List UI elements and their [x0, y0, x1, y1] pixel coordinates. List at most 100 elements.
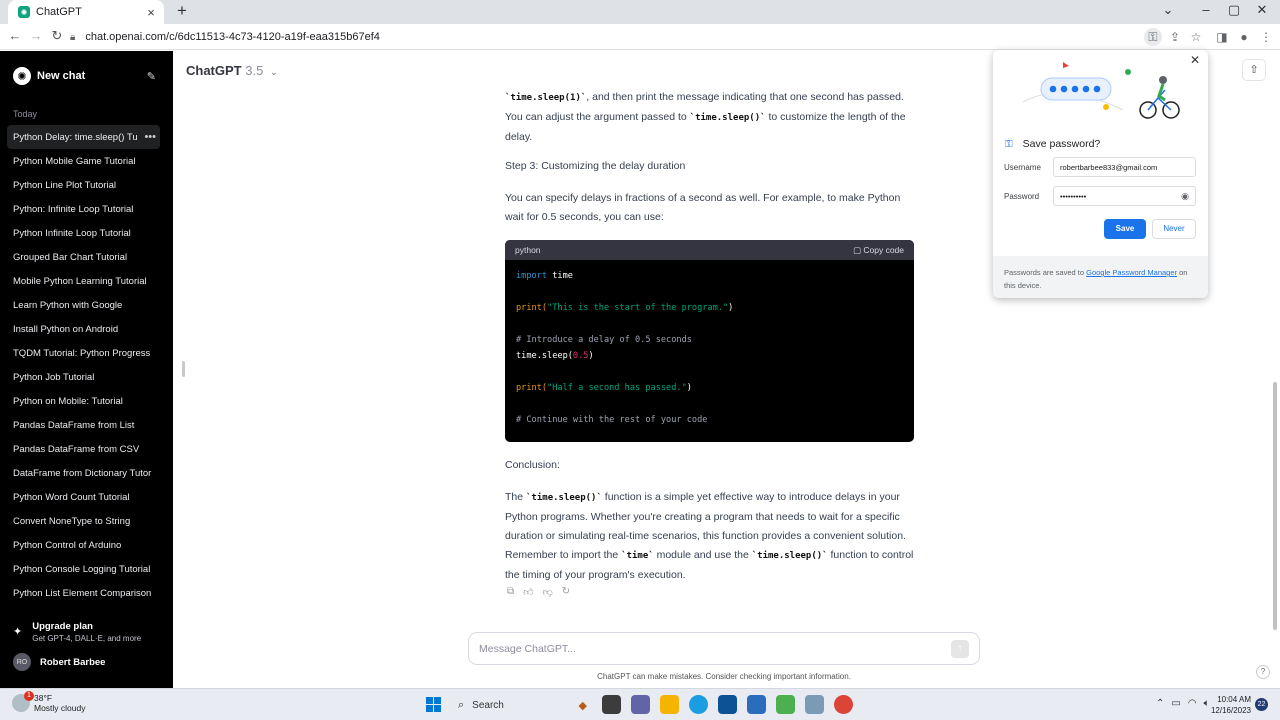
side-panel-icon[interactable]: ◨: [1213, 28, 1231, 46]
help-button[interactable]: ?: [1256, 665, 1270, 679]
forward-icon[interactable]: →: [27, 28, 45, 43]
text-run: The: [505, 491, 527, 503]
lock-icon: 🔒︎: [70, 31, 76, 43]
history-item[interactable]: Python List Element Comparison: [7, 581, 160, 605]
profile-icon[interactable]: ●: [1235, 28, 1253, 46]
history-item[interactable]: Python Mobile Game Tutorial: [7, 149, 160, 173]
back-icon[interactable]: ←: [6, 28, 24, 43]
file-explorer-icon[interactable]: [660, 695, 679, 714]
history-item[interactable]: Python on Mobile: Tutorial: [7, 389, 160, 413]
copy-code-button[interactable]: ▢ Copy code: [853, 245, 904, 256]
chat-sidebar: ✺ New chat ✎ Today Python Delay: time.sl…: [0, 51, 173, 688]
close-window-button[interactable]: ✕: [1252, 2, 1272, 18]
history-item[interactable]: Python: Infinite Loop Tutorial: [7, 197, 160, 221]
history-item[interactable]: Python Infinite Loop Tutorial: [7, 221, 160, 245]
edge-browser-icon[interactable]: [689, 695, 708, 714]
history-item-label: Mobile Python Learning Tutorial: [13, 275, 147, 287]
url-text: chat.openai.com/c/6dc11513-4c73-4120-a19…: [85, 31, 380, 43]
code-content[interactable]: import time print("This is the start of …: [505, 260, 914, 436]
notification-badge[interactable]: 22: [1255, 698, 1268, 711]
chatgpt-favicon-icon: ✺: [18, 6, 30, 18]
history-item[interactable]: Mobile Python Learning Tutorial: [7, 269, 160, 293]
menu-kebab-icon[interactable]: ⋮: [1257, 28, 1275, 46]
username-value: robertbarbee833@gmail.com: [1060, 162, 1158, 172]
store-icon[interactable]: [718, 695, 737, 714]
inline-code: `time.sleep()`: [751, 551, 828, 561]
share-chat-button[interactable]: ⇧: [1242, 59, 1266, 81]
regenerate-icon[interactable]: ↻: [562, 586, 570, 598]
upgrade-plan-button[interactable]: ✦ Upgrade plan Get GPT-4, DALL·E, and mo…: [13, 621, 163, 647]
save-button[interactable]: Save: [1104, 219, 1146, 239]
history-item[interactable]: Python Delay: time.sleep() Tu •••: [7, 125, 160, 149]
history-item[interactable]: Python Console Logging Tutorial: [7, 557, 160, 581]
thumbs-down-icon[interactable]: 👎︎: [543, 586, 553, 598]
compose-icon[interactable]: ✎: [147, 70, 156, 83]
history-item[interactable]: Python Control of Arduino: [7, 533, 160, 557]
taskbar-search[interactable]: ⌕ Search ◆: [452, 695, 587, 715]
history-item[interactable]: Pandas DataFrame from CSV: [7, 437, 160, 461]
history-item[interactable]: DataFrame from Dictionary Tutor: [7, 461, 160, 485]
network-icon[interactable]: ▭: [1171, 698, 1180, 709]
code-token: ): [686, 383, 692, 393]
password-key-icon[interactable]: ⚿: [1144, 28, 1162, 46]
password-manager-link[interactable]: Google Password Manager: [1086, 268, 1177, 277]
never-button[interactable]: Never: [1152, 219, 1196, 239]
bookmark-star-icon[interactable]: ☆: [1187, 28, 1205, 46]
wifi-icon[interactable]: ◠: [1188, 698, 1197, 709]
new-tab-button[interactable]: +: [172, 2, 192, 22]
tab-search-chevron-icon[interactable]: ⌄: [1158, 2, 1178, 18]
history-item-label: Grouped Bar Chart Tutorial: [13, 251, 128, 263]
upgrade-title: Upgrade plan: [32, 621, 93, 632]
user-menu[interactable]: RO Robert Barbee: [13, 653, 105, 671]
avatar: RO: [13, 653, 31, 671]
arrow-up-icon: ↑: [957, 643, 963, 654]
inline-code: `time.sleep()`: [526, 493, 602, 503]
history-item[interactable]: Install Python on Android: [7, 317, 160, 341]
eye-icon[interactable]: ◉: [1181, 191, 1189, 202]
task-view-icon[interactable]: [602, 695, 621, 714]
chat-app-icon[interactable]: [631, 695, 650, 714]
new-chat-label: New chat: [37, 70, 86, 82]
chrome-browser-icon[interactable]: [834, 695, 853, 714]
disclaimer-text: ChatGPT can make mistakes. Consider chec…: [597, 672, 851, 681]
scrollbar[interactable]: [1273, 382, 1277, 630]
history-item[interactable]: Pandas DataFrame from List: [7, 413, 160, 437]
code-token: 0.5: [572, 351, 589, 361]
username-label: Username: [1004, 162, 1041, 172]
clock[interactable]: 10:04 AM 12/16/2023: [1209, 694, 1251, 716]
close-tab-icon[interactable]: ×: [144, 5, 158, 20]
share-icon[interactable]: ⇪: [1166, 28, 1184, 46]
search-highlight-icon: ◆: [578, 699, 587, 712]
message-paragraph: The `time.sleep()` function is a simple …: [505, 488, 917, 585]
browser-tab[interactable]: ✺ ChatGPT ×: [8, 0, 164, 24]
history-item[interactable]: TQDM Tutorial: Python Progress: [7, 341, 160, 365]
history-item[interactable]: Convert NoneType to String: [7, 509, 160, 533]
history-item[interactable]: Python Word Count Tutorial: [7, 485, 160, 509]
new-chat-button[interactable]: ✺ New chat ✎: [8, 63, 164, 89]
chevron-up-icon[interactable]: ⌃: [1156, 698, 1164, 709]
history-item[interactable]: Learn Python with Google: [7, 293, 160, 317]
history-item[interactable]: Python Job Tutorial: [7, 365, 160, 389]
address-bar[interactable]: 🔒︎ chat.openai.com/c/6dc11513-4c73-4120-…: [70, 27, 1190, 47]
history-item-label: Python List Element Comparison: [13, 587, 152, 599]
copy-icon[interactable]: ⧉: [507, 586, 514, 598]
app-icon[interactable]: [776, 695, 795, 714]
history-item[interactable]: Python Line Plot Tutorial: [7, 173, 160, 197]
history-item[interactable]: Grouped Bar Chart Tutorial: [7, 245, 160, 269]
reload-icon[interactable]: ↻: [48, 28, 66, 44]
sidebar-collapse-handle[interactable]: [182, 361, 185, 377]
weather-widget[interactable]: 1 38°F Mostly cloudy: [12, 691, 86, 713]
minimize-button[interactable]: –: [1196, 2, 1216, 17]
model-selector[interactable]: ChatGPT 3.5 ⌄: [186, 63, 278, 78]
message-input[interactable]: Message ChatGPT... ↑: [468, 632, 980, 665]
app-icon[interactable]: [747, 695, 766, 714]
maximize-button[interactable]: ▢: [1224, 2, 1244, 18]
close-icon[interactable]: ✕: [1190, 53, 1200, 67]
windows-start-icon[interactable]: [426, 697, 441, 712]
thumbs-up-icon[interactable]: 👍︎: [523, 586, 533, 598]
send-button[interactable]: ↑: [951, 640, 969, 658]
more-options-icon[interactable]: •••: [140, 131, 156, 143]
app-icon[interactable]: [805, 695, 824, 714]
username-field[interactable]: robertbarbee833@gmail.com: [1053, 157, 1196, 177]
password-field[interactable]: •••••••••• ◉: [1053, 186, 1196, 206]
